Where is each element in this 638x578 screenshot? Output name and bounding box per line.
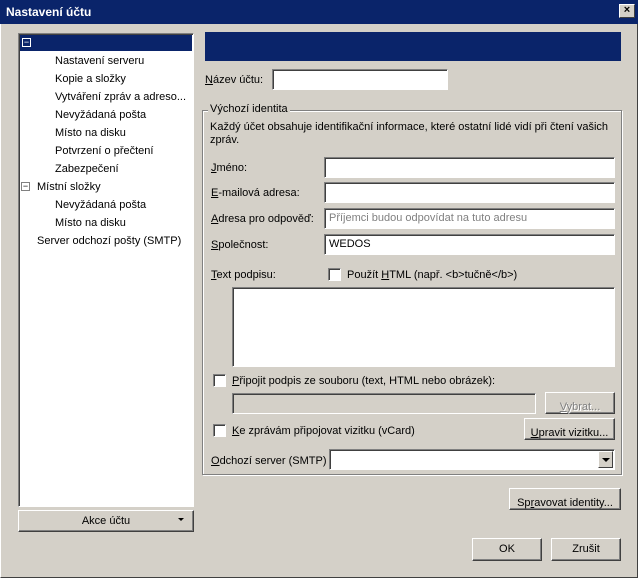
choose-file-button[interactable]: Vybrat... [545,392,615,414]
tree-local-folders[interactable]: − Místní složky [21,179,181,195]
tree-item-server-settings[interactable]: Nastavení serveru [55,53,144,69]
ok-button[interactable]: OK [472,538,542,561]
tree-item-local-disk-space[interactable]: Místo na disku [55,215,126,231]
dropdown-arrow-icon[interactable] [598,451,613,468]
collapse-icon[interactable]: − [22,38,31,47]
tree-local-folders-label: Místní složky [37,181,101,193]
use-html-checkbox[interactable] [328,268,341,281]
edit-vcard-button[interactable]: Upravit vizitku... [524,418,615,440]
signature-label: Text podpisu: [211,269,276,281]
email-input[interactable] [324,182,615,203]
account-actions-button[interactable]: Akce účtu [18,510,194,532]
reply-to-input[interactable]: Příjemci budou odpovídat na tuto adresu [324,208,615,229]
identity-description-cont: zpráv. [210,134,240,146]
signature-file-input[interactable] [232,393,536,414]
tree-item-security[interactable]: Zabezpečení [55,161,119,177]
name-input[interactable] [324,157,615,178]
tree-item-receipts[interactable]: Potvrzení o přečtení [55,143,153,159]
organization-input[interactable]: WEDOS [324,234,615,255]
tree-item-smtp[interactable]: Server odchozí pošty (SMTP) [37,233,181,249]
signature-textarea[interactable] [232,287,615,367]
use-html-label: Použít HTML (např. <b>tučně</b>) [347,269,518,281]
attach-signature-label: Připojit podpis ze souboru (text, HTML n… [232,375,496,387]
account-header-bar [205,32,621,61]
manage-identities-button[interactable]: Spravovat identity... [509,488,621,510]
vcard-label: Ke zprávám připojovat vizitku (vCard) [232,425,415,437]
edit-vcard-label: Upravit vizitku... [530,427,609,439]
identity-group-title: Výchozí identita [208,103,290,115]
manage-identities-label: Spravovat identity... [517,497,613,509]
collapse-icon[interactable]: − [21,182,30,191]
name-label: Jméno: [211,162,248,174]
close-icon: × [623,4,631,16]
account-tree[interactable]: − Nastavení serveru Kopie a složky Vytvá… [18,33,194,507]
account-name-label: Název účtu: [205,74,264,86]
close-button[interactable]: × [619,4,635,18]
tree-root-account[interactable]: − [20,35,192,51]
identity-description: Každý účet obsahuje identifikační inform… [210,121,609,133]
account-name-input[interactable] [272,69,448,90]
choose-file-label: Vybrat... [559,401,601,413]
tree-item-copies-folders[interactable]: Kopie a složky [55,71,126,87]
tree-item-local-junk[interactable]: Nevyžádaná pošta [55,197,146,213]
organization-label: Společnost: [211,239,269,251]
title-bar: Nastavení účtu × [0,0,638,24]
smtp-label: Odchozí server (SMTP) [211,455,327,467]
ok-label: OK [499,543,515,555]
attach-signature-checkbox[interactable] [213,374,226,387]
email-label: E-mailová adresa: [211,187,300,199]
cancel-label: Zrušit [572,543,600,555]
account-actions-label: Akce účtu [81,515,131,527]
tree-item-composition[interactable]: Vytváření zpráv a adreso... [55,89,186,105]
cancel-button[interactable]: Zrušit [551,538,621,561]
reply-to-label: Adresa pro odpověď: [211,213,314,225]
tree-item-disk-space[interactable]: Místo na disku [55,125,126,141]
window-title: Nastavení účtu [6,5,92,19]
smtp-select[interactable] [329,449,615,470]
vcard-checkbox[interactable] [213,424,226,437]
dropdown-arrow-icon [178,518,184,521]
tree-item-junk[interactable]: Nevyžádaná pošta [55,107,146,123]
